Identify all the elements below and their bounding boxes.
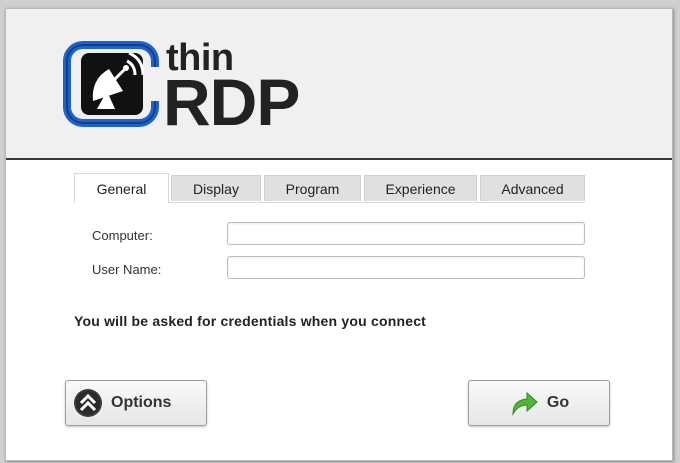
computer-label: Computer: xyxy=(92,228,153,243)
options-button-label: Options xyxy=(111,394,172,411)
go-button-label: Go xyxy=(546,394,570,411)
satellite-dish-icon xyxy=(63,41,159,127)
settings-tabs: General Display Program Experience Advan… xyxy=(74,173,586,203)
thinrdp-logo: thin RDP xyxy=(63,39,323,135)
tab-advanced[interactable]: Advanced xyxy=(480,175,585,201)
tab-general[interactable]: General xyxy=(74,173,169,203)
tab-display[interactable]: Display xyxy=(171,175,261,201)
header-banner: thin RDP xyxy=(6,9,672,160)
tab-experience[interactable]: Experience xyxy=(364,175,477,201)
computer-input[interactable] xyxy=(227,222,585,245)
credentials-message: You will be asked for credentials when y… xyxy=(74,313,427,329)
green-arrow-icon xyxy=(512,391,538,416)
username-label: User Name: xyxy=(92,262,162,277)
username-input[interactable] xyxy=(227,256,585,279)
tab-program[interactable]: Program xyxy=(264,175,361,201)
options-button[interactable]: Options xyxy=(65,380,207,426)
thinrdp-window: thin RDP General Display Program Experie… xyxy=(5,8,673,461)
go-button[interactable]: Go xyxy=(468,380,610,426)
double-chevron-up-icon xyxy=(74,389,102,417)
logo-word-rdp: RDP xyxy=(163,65,300,139)
